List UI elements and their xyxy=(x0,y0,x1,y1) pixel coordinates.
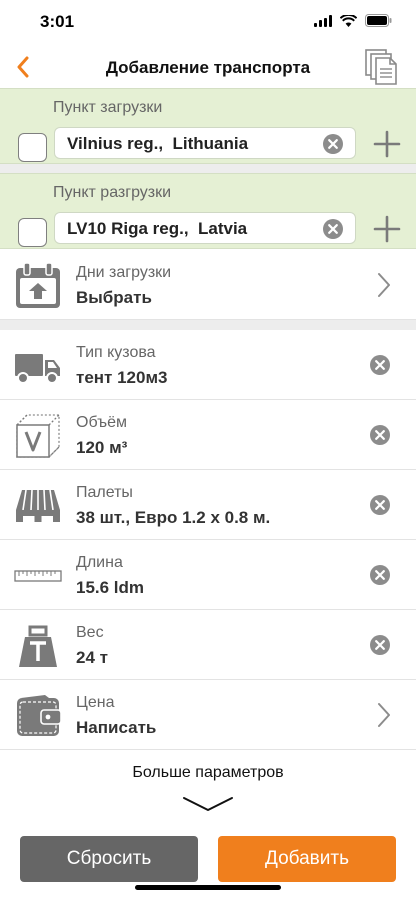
volume-value: 120 м³ xyxy=(76,438,128,457)
clear-icon[interactable] xyxy=(370,425,390,445)
unloading-point-checkbox[interactable] xyxy=(18,218,47,247)
price-row[interactable]: Цена Написать xyxy=(0,680,416,750)
loading-point-label: Пункт загрузки xyxy=(53,99,163,116)
copy-button[interactable] xyxy=(362,48,402,86)
price-label: Цена xyxy=(76,694,115,711)
volume-icon xyxy=(14,412,62,460)
clear-icon[interactable] xyxy=(323,134,343,154)
chevron-down-icon[interactable] xyxy=(182,794,234,814)
add-unloading-point-icon[interactable] xyxy=(372,214,402,244)
reset-button[interactable]: Сбросить xyxy=(20,836,198,882)
unloading-point-block: Пункт разгрузки LV10 Riga reg., Latvia xyxy=(0,173,416,249)
calendar-icon xyxy=(14,262,62,310)
status-icons xyxy=(314,14,392,27)
weight-label: Вес xyxy=(76,624,104,641)
wifi-icon xyxy=(340,14,357,27)
add-button[interactable]: Добавить xyxy=(218,836,396,882)
clear-icon[interactable] xyxy=(323,219,343,239)
price-value: Написать xyxy=(76,718,157,737)
page-title: Добавление транспорта xyxy=(105,58,311,77)
clear-icon[interactable] xyxy=(370,495,390,515)
status-time: 3:01 xyxy=(40,12,75,31)
chevron-right-icon xyxy=(378,273,390,297)
loading-point-block: Пункт загрузки Vilnius reg., Lithuania xyxy=(0,88,416,164)
length-value: 15.6 ldm xyxy=(76,578,145,597)
truck-icon xyxy=(14,342,62,390)
body-type-row[interactable]: Тип кузова тент 120м3 xyxy=(0,330,416,400)
volume-row[interactable]: Объём 120 м³ xyxy=(0,400,416,470)
unloading-point-label: Пункт разгрузки xyxy=(53,184,172,201)
clear-icon[interactable] xyxy=(370,565,390,585)
more-parameters-link[interactable]: Больше параметров xyxy=(0,764,416,782)
home-indicator xyxy=(135,885,281,890)
pallets-row[interactable]: Палеты 38 шт., Евро 1.2 x 0.8 м. xyxy=(0,470,416,540)
pallet-icon xyxy=(14,482,62,530)
loading-point-field[interactable]: Vilnius reg., Lithuania xyxy=(54,127,356,159)
weight-value: 24 т xyxy=(76,648,108,667)
section-separator xyxy=(0,320,416,330)
loading-point-checkbox[interactable] xyxy=(18,133,47,162)
wallet-icon xyxy=(14,692,62,740)
length-row[interactable]: Длина 15.6 ldm xyxy=(0,540,416,610)
unloading-point-value: LV10 Riga reg., Latvia xyxy=(67,219,248,238)
body-type-label: Тип кузова xyxy=(76,344,156,361)
pallets-label: Палеты xyxy=(76,484,133,501)
nav-bar: Добавление транспорта xyxy=(0,44,416,90)
unloading-point-field[interactable]: LV10 Riga reg., Latvia xyxy=(54,212,356,244)
loading-days-row[interactable]: Дни загрузки Выбрать xyxy=(0,250,416,320)
status-bar: 3:01 xyxy=(0,0,416,44)
length-label: Длина xyxy=(76,554,123,571)
body-type-value: тент 120м3 xyxy=(76,368,168,387)
battery-icon xyxy=(365,14,392,27)
loading-days-value: Выбрать xyxy=(76,288,152,307)
copy-documents-icon xyxy=(365,49,397,85)
weight-row[interactable]: Вес 24 т xyxy=(0,610,416,680)
chevron-right-icon xyxy=(378,703,390,727)
clear-icon[interactable] xyxy=(370,355,390,375)
volume-label: Объём xyxy=(76,414,127,431)
signal-icon xyxy=(314,14,332,27)
loading-point-value: Vilnius reg., Lithuania xyxy=(67,134,249,153)
pallets-value: 38 шт., Евро 1.2 x 0.8 м. xyxy=(76,508,271,527)
add-loading-point-icon[interactable] xyxy=(372,129,402,159)
weight-icon xyxy=(14,622,62,670)
clear-icon[interactable] xyxy=(370,635,390,655)
loading-days-label: Дни загрузки xyxy=(76,264,172,281)
ruler-icon xyxy=(14,552,62,600)
